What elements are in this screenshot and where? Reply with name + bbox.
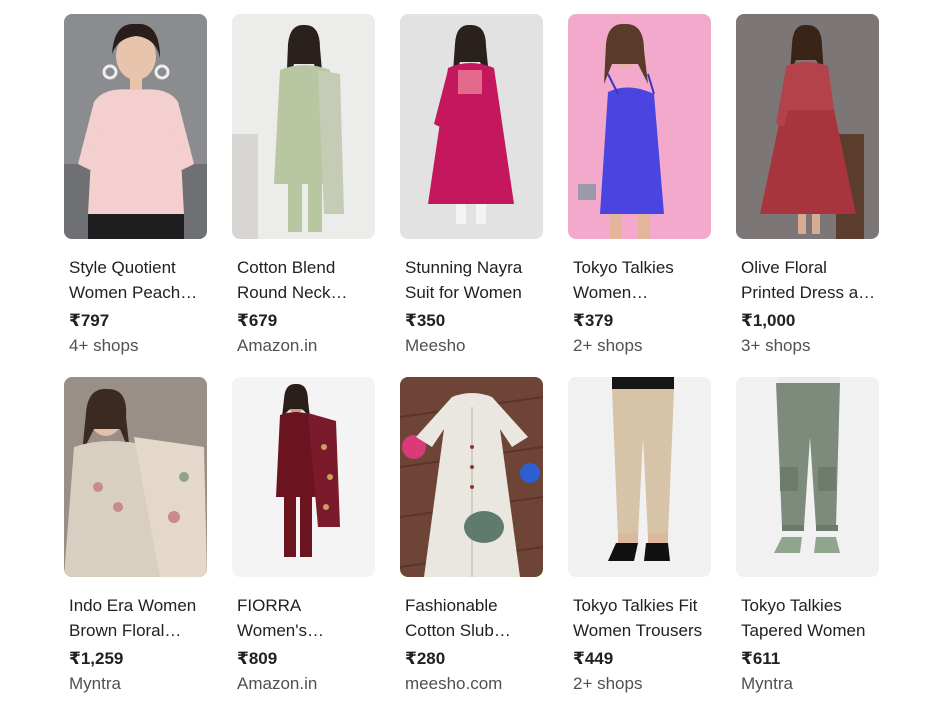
product-title: Olive Floral Printed Dress a… <box>741 258 876 302</box>
product-price: ₹449 <box>573 649 614 668</box>
product-image[interactable] <box>232 14 375 239</box>
white-kurta-flatlay-icon <box>400 377 543 577</box>
product-card[interactable]: FIORRA Women's… ₹809 Amazon.in <box>232 377 375 707</box>
product-title: FIORRA Women's… <box>237 596 325 640</box>
model-red-dress-icon <box>736 14 879 239</box>
product-title: Tokyo Talkies Women… <box>573 258 674 302</box>
product-image[interactable] <box>64 377 207 577</box>
product-price: ₹679 <box>237 311 278 330</box>
product-title: Tokyo Talkies Fit Women Trousers <box>573 596 703 640</box>
product-image[interactable] <box>400 14 543 239</box>
product-seller: 2+ shops <box>573 336 643 355</box>
product-price: ₹350 <box>405 311 446 330</box>
model-green-kurta-set-icon <box>232 14 375 239</box>
green-cargo-trousers-icon <box>736 377 879 577</box>
product-card[interactable]: Indo Era Women Brown Floral… ₹1,259 Mynt… <box>64 377 207 707</box>
product-seller: Myntra <box>69 674 121 693</box>
product-card[interactable]: Style Quotient Women Peach… ₹797 4+ shop… <box>64 14 207 377</box>
product-image[interactable] <box>64 14 207 239</box>
product-title: Cotton Blend Round Neck… <box>237 258 348 302</box>
product-price: ₹1,000 <box>741 311 796 330</box>
product-price: ₹797 <box>69 311 110 330</box>
product-image[interactable] <box>736 377 879 577</box>
product-seller: Myntra <box>741 674 793 693</box>
product-seller: 4+ shops <box>69 336 139 355</box>
product-seller: Amazon.in <box>237 674 318 693</box>
product-title: Tokyo Talkies Tapered Women <box>741 596 866 640</box>
product-seller: Amazon.in <box>237 336 318 355</box>
product-image[interactable] <box>232 377 375 577</box>
product-image[interactable] <box>568 377 711 577</box>
product-image[interactable] <box>568 14 711 239</box>
product-card[interactable]: Fashionable Cotton Slub… ₹280 meesho.com <box>400 377 543 707</box>
model-floral-kurta-icon <box>64 377 207 577</box>
product-image[interactable] <box>736 14 879 239</box>
beige-trousers-icon <box>568 377 711 577</box>
product-price: ₹611 <box>741 649 781 668</box>
model-pink-top-icon <box>64 14 207 239</box>
product-card[interactable]: Cotton Blend Round Neck… ₹679 Amazon.in <box>232 14 375 377</box>
product-title: Fashionable Cotton Slub… <box>405 596 511 640</box>
product-seller: 2+ shops <box>573 674 643 693</box>
product-image[interactable] <box>400 377 543 577</box>
product-card[interactable]: Tokyo Talkies Women… ₹379 2+ shops <box>568 14 711 377</box>
product-title: Indo Era Women Brown Floral… <box>69 596 197 640</box>
product-price: ₹1,259 <box>69 649 124 668</box>
product-card[interactable]: Tokyo Talkies Fit Women Trousers ₹449 2+… <box>568 377 711 707</box>
product-seller: 3+ shops <box>741 336 811 355</box>
product-price: ₹379 <box>573 311 614 330</box>
product-price: ₹809 <box>237 649 278 668</box>
product-card[interactable]: Olive Floral Printed Dress a… ₹1,000 3+ … <box>736 14 879 377</box>
product-card[interactable]: Tokyo Talkies Tapered Women ₹611 Myntra <box>736 377 879 707</box>
model-maroon-suit-icon <box>232 377 375 577</box>
product-title: Style Quotient Women Peach… <box>69 258 198 302</box>
model-blue-dress-icon <box>568 14 711 239</box>
product-card[interactable]: Stunning Nayra Suit for Women ₹350 Meesh… <box>400 14 543 377</box>
product-seller: meesho.com <box>405 674 503 693</box>
product-title: Stunning Nayra Suit for Women <box>405 258 523 302</box>
product-grid: Style Quotient Women Peach… ₹797 4+ shop… <box>64 14 879 707</box>
model-magenta-kurta-icon <box>400 14 543 239</box>
product-price: ₹280 <box>405 649 446 668</box>
product-seller: Meesho <box>405 336 466 355</box>
